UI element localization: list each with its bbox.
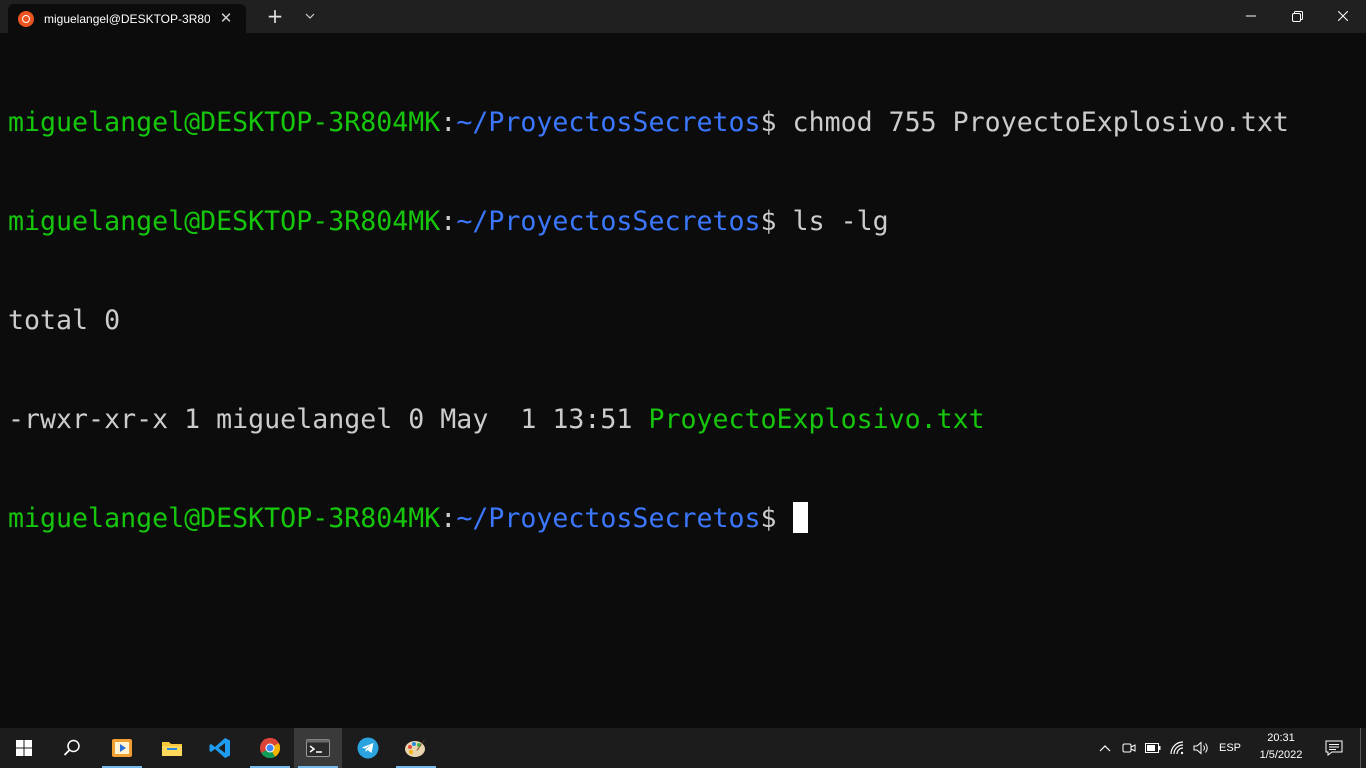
prompt-path: ~/ProyectosSecretos [456,206,761,237]
taskbar-app-telegram[interactable] [344,728,392,768]
prompt-colon: : [440,206,457,237]
clock-date: 1/5/2022 [1259,749,1303,761]
chrome-icon [260,737,281,759]
tab-title: miguelangel@DESKTOP-3R804MK: ~/Proyectos… [44,11,210,26]
chevron-down-icon [305,13,315,19]
terminal-tab[interactable]: miguelangel@DESKTOP-3R804MK: ~/Proyectos… [8,4,246,33]
taskbar-app-paint[interactable] [392,728,440,768]
search-button[interactable] [48,728,96,768]
tray-language[interactable]: ESP [1214,728,1246,768]
tab-dropdown-button[interactable] [300,5,320,27]
tray-network[interactable] [1166,728,1190,768]
taskbar-app-terminal[interactable] [294,728,342,768]
start-icon [16,740,32,756]
notifications-button[interactable] [1320,728,1348,768]
prompt-symbol: $ [760,206,777,237]
prompt-symbol: $ [760,107,777,138]
terminal-line: miguelangel@DESKTOP-3R804MK:~/ProyectosS… [8,205,1366,238]
terminal-line: total 0 [8,304,1366,337]
file-explorer-icon [162,742,182,756]
maximize-button[interactable] [1274,0,1320,32]
prompt-user-host: miguelangel@DESKTOP-3R804MK [8,206,441,237]
search-icon [63,739,80,756]
tray-battery[interactable] [1142,728,1164,768]
ubuntu-icon [18,10,34,27]
title-bar: miguelangel@DESKTOP-3R804MK: ~/Proyectos… [0,0,1366,33]
command-text: chmod 755 ProyectoExplosivo.txt [776,107,1289,138]
notification-icon [1325,740,1343,756]
paint-icon [405,738,426,757]
telegram-icon [357,737,379,759]
close-window-button[interactable] [1320,0,1366,32]
camera-icon [1122,743,1136,753]
close-icon [1338,11,1348,21]
tray-volume[interactable] [1190,728,1212,768]
show-desktop-button[interactable] [1360,728,1366,768]
new-tab-button[interactable]: + [262,5,288,27]
chevron-up-icon [1099,744,1111,751]
battery-icon [1145,743,1161,753]
prompt-user-host: miguelangel@DESKTOP-3R804MK [8,503,441,534]
wifi-icon [1170,741,1184,755]
taskbar-app-vscode[interactable] [196,728,244,768]
minimize-icon [1246,15,1256,17]
terminal-cursor [792,502,808,533]
media-player-icon [112,739,132,757]
output-text: total 0 [8,305,121,336]
start-button[interactable] [0,728,48,768]
terminal-line: miguelangel@DESKTOP-3R804MK:~/ProyectosS… [8,106,1366,139]
tray-meet-now[interactable] [1118,728,1140,768]
show-hidden-icons-button[interactable] [1094,728,1116,768]
taskbar-app-chrome[interactable] [246,728,294,768]
tray-clock[interactable]: 20:31 1/5/2022 [1252,730,1310,766]
vscode-icon [209,738,230,758]
clock-time: 20:31 [1267,732,1295,744]
restore-icon [1291,10,1303,22]
prompt-path: ~/ProyectosSecretos [456,503,761,534]
speaker-icon [1193,741,1208,755]
command-text: ls -lg [776,206,889,237]
close-tab-button[interactable]: ✕ [216,8,236,28]
prompt-user-host: miguelangel@DESKTOP-3R804MK [8,107,441,138]
output-text: -rwxr-xr-x 1 miguelangel 0 May 1 13:51 [8,404,649,435]
prompt-colon: : [440,107,457,138]
language-indicator: ESP [1218,742,1241,754]
terminal-line: -rwxr-xr-x 1 miguelangel 0 May 1 13:51 P… [8,403,1366,436]
taskbar-app-media-player[interactable] [98,728,146,768]
taskbar-app-file-explorer[interactable] [148,728,196,768]
prompt-symbol: $ [760,503,777,534]
terminal-line: miguelangel@DESKTOP-3R804MK:~/ProyectosS… [8,502,1366,535]
executable-file-name: ProyectoExplosivo.txt [648,404,985,435]
taskbar: ESP 20:31 1/5/2022 [0,728,1366,768]
minimize-button[interactable] [1228,0,1274,32]
terminal-icon [306,739,330,757]
prompt-path: ~/ProyectosSecretos [456,107,761,138]
terminal-output[interactable]: miguelangel@DESKTOP-3R804MK:~/ProyectosS… [0,33,1366,728]
prompt-colon: : [440,503,457,534]
